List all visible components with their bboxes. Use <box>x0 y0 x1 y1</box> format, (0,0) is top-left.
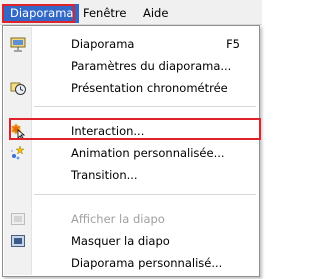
menu-item-label: Paramètres du diaporama... <box>71 59 232 73</box>
menubar-item-diaporama[interactable]: Diaporama <box>4 4 80 23</box>
menu-item-label: Afficher la diapo <box>71 212 165 226</box>
stopwatch-icon <box>10 80 26 96</box>
animation-star-icon <box>10 145 26 161</box>
hide-slide-icon <box>10 233 26 249</box>
menubar-item-fenetre[interactable]: Fenêtre <box>77 4 132 23</box>
menu-item-parametres-diaporama[interactable]: Paramètres du diaporama... <box>4 55 258 77</box>
menu-item-masquer-diapo[interactable]: Masquer la diapo <box>4 230 258 252</box>
interaction-cursor-icon <box>10 123 26 140</box>
menu-item-animation-personnalisee[interactable]: Animation personnalisée... <box>4 142 258 164</box>
diaporama-dropdown-menu: Diaporama F5 Paramètres du diaporama... … <box>2 25 260 277</box>
menubar-item-aide[interactable]: Aide <box>137 4 174 23</box>
slideshow-screen-icon <box>10 36 26 52</box>
menu-item-label: Présentation chronométrée <box>71 81 228 95</box>
menu-item-afficher-diapo[interactable]: Afficher la diapo <box>4 208 258 230</box>
menu-item-label: Diaporama personnalisé... <box>71 256 223 270</box>
menu-item-diaporama-personnalise[interactable]: Diaporama personnalisé... <box>4 252 258 274</box>
menu-item-transition[interactable]: Transition... <box>4 164 258 186</box>
menu-separator <box>34 106 256 107</box>
menu-item-label: Interaction... <box>71 124 145 138</box>
menu-item-label: Masquer la diapo <box>71 234 170 248</box>
menu-bar: Diaporama Fenêtre Aide <box>0 0 262 25</box>
menu-item-label: Animation personnalisée... <box>71 146 225 160</box>
menu-item-label: Diaporama <box>71 37 135 51</box>
show-slide-icon <box>10 211 26 227</box>
shortcut-label: F5 <box>226 37 240 51</box>
menu-item-interaction[interactable]: Interaction... <box>4 120 258 142</box>
menu-separator <box>34 194 256 195</box>
menu-item-diaporama[interactable]: Diaporama F5 <box>4 33 258 55</box>
menu-item-presentation-chronometree[interactable]: Présentation chronométrée <box>4 77 258 99</box>
menu-item-label: Transition... <box>71 168 138 182</box>
